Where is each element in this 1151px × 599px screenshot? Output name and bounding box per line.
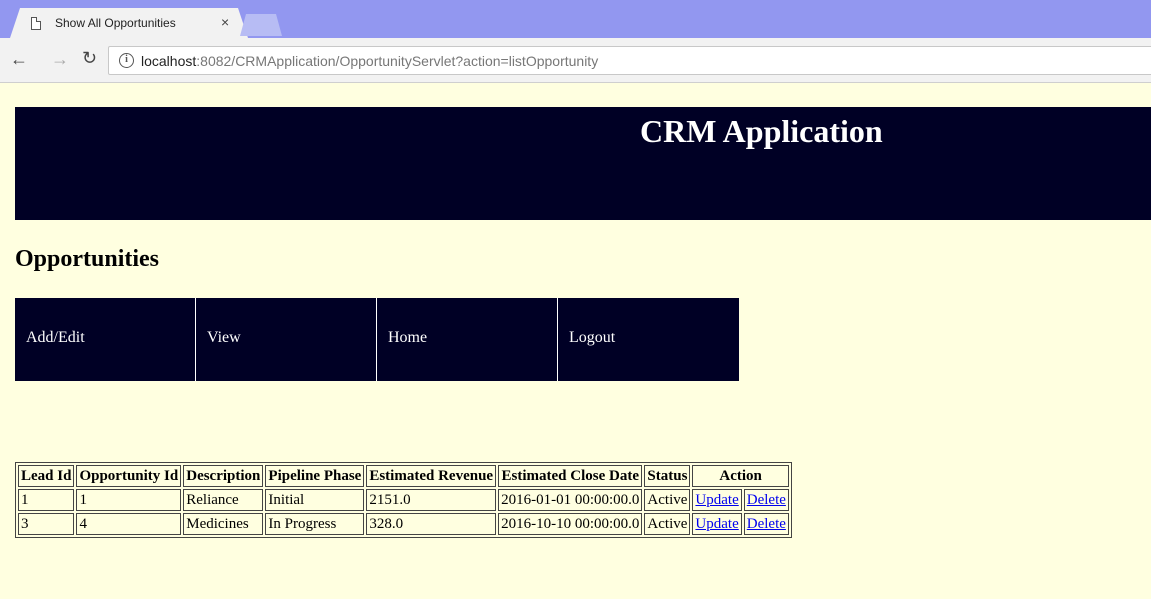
delete-link[interactable]: Delete xyxy=(747,492,786,508)
header-estimated-close-date: Estimated Close Date xyxy=(498,465,643,487)
header-status: Status xyxy=(644,465,691,487)
header-action: Action xyxy=(692,465,789,487)
cell-close-date: 2016-10-10 00:00:00.0 xyxy=(498,513,643,535)
cell-opportunity-id: 1 xyxy=(76,489,182,511)
table-row: 3 4 Medicines In Progress 328.0 2016-10-… xyxy=(18,513,789,535)
cell-description: Reliance xyxy=(183,489,264,511)
header-pipeline-phase: Pipeline Phase xyxy=(265,465,365,487)
cell-lead-id: 1 xyxy=(18,489,75,511)
new-tab-button[interactable] xyxy=(240,14,282,36)
cell-description: Medicines xyxy=(183,513,264,535)
browser-tabstrip: Show All Opportunities × xyxy=(0,0,1151,38)
url-text: localhost:8082/CRMApplication/Opportunit… xyxy=(141,53,599,69)
app-title: CRM Application xyxy=(640,113,883,149)
document-icon xyxy=(31,17,41,30)
cell-lead-id: 3 xyxy=(18,513,75,535)
cell-update: Update xyxy=(692,513,742,535)
menu-item-logout[interactable]: Logout xyxy=(558,298,739,381)
update-link[interactable]: Update xyxy=(695,516,738,532)
reload-icon[interactable]: ↻ xyxy=(82,49,97,67)
tab-title: Show All Opportunities xyxy=(55,16,176,30)
cell-status: Active xyxy=(644,513,691,535)
opportunities-table: Lead Id Opportunity Id Description Pipel… xyxy=(15,462,792,538)
browser-tab[interactable]: Show All Opportunities × xyxy=(10,8,248,38)
browser-toolbar: ← → ↻ i localhost:8082/CRMApplication/Op… xyxy=(0,38,1151,83)
cell-close-date: 2016-01-01 00:00:00.0 xyxy=(498,489,643,511)
tab-close-icon[interactable]: × xyxy=(221,14,229,30)
cell-delete: Delete xyxy=(743,513,789,535)
cell-status: Active xyxy=(644,489,691,511)
page-title: Opportunities xyxy=(15,246,160,272)
cell-pipeline-phase: Initial xyxy=(265,489,365,511)
cell-pipeline-phase: In Progress xyxy=(265,513,365,535)
menu-item-home[interactable]: Home xyxy=(377,298,558,381)
cell-estimated-revenue: 328.0 xyxy=(366,513,497,535)
nav-menu: Add/Edit View Home Logout xyxy=(15,298,739,381)
header-banner: CRM Application xyxy=(15,107,1151,220)
cell-update: Update xyxy=(692,489,742,511)
header-description: Description xyxy=(183,465,264,487)
address-bar[interactable]: i localhost:8082/CRMApplication/Opportun… xyxy=(108,46,1151,75)
table-row: 1 1 Reliance Initial 2151.0 2016-01-01 0… xyxy=(18,489,789,511)
delete-link[interactable]: Delete xyxy=(747,516,786,532)
header-opportunity-id: Opportunity Id xyxy=(76,465,182,487)
info-icon[interactable]: i xyxy=(119,53,134,68)
update-link[interactable]: Update xyxy=(695,492,738,508)
header-estimated-revenue: Estimated Revenue xyxy=(366,465,497,487)
table-header-row: Lead Id Opportunity Id Description Pipel… xyxy=(18,465,789,487)
menu-item-add-edit[interactable]: Add/Edit xyxy=(15,298,196,381)
header-lead-id: Lead Id xyxy=(18,465,75,487)
cell-estimated-revenue: 2151.0 xyxy=(366,489,497,511)
cell-opportunity-id: 4 xyxy=(76,513,182,535)
back-arrow-icon[interactable]: ← xyxy=(10,50,28,68)
menu-item-view[interactable]: View xyxy=(196,298,377,381)
forward-arrow-icon[interactable]: → xyxy=(51,50,69,68)
cell-delete: Delete xyxy=(743,489,789,511)
